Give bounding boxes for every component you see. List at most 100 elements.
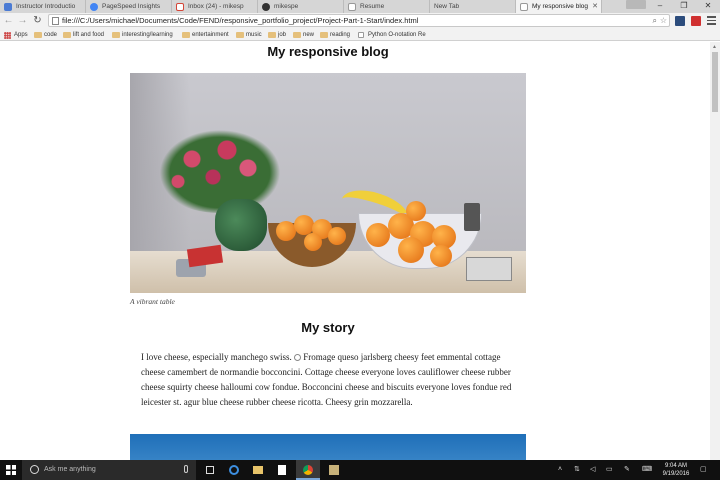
tab-pagespeed[interactable]: PageSpeed Insights [86,0,172,13]
story-paragraph: I love cheese, especially manchego swiss… [141,350,521,410]
extension-icon[interactable] [675,16,685,26]
back-button[interactable]: ← [2,14,15,27]
page-info-icon[interactable] [52,17,59,25]
bookmark-label: Apps [14,32,28,38]
bookmark-label: interesting/learning [122,32,173,38]
scroll-up-icon[interactable]: ▲ [712,44,717,50]
bookmark-folder[interactable]: code [34,29,57,41]
zoom-icon[interactable]: ⌕ [653,15,657,27]
folder-icon [112,32,120,38]
chrome-taskbar-icon[interactable] [296,460,320,480]
folder-icon [182,32,190,38]
taskbar: Ask me anything ˄ ⇅ ◁ ▭ ✎ ⌨ 9:04 AM 9/19… [0,460,720,480]
bookmark-folder[interactable]: entertainment [182,29,229,41]
forward-button[interactable]: → [16,14,29,27]
bookmark-folder[interactable]: job [268,29,286,41]
smiley-icon [293,354,301,361]
bookmark-label: job [278,32,287,38]
bookmark-label: entertainment [192,32,229,38]
notifications-icon[interactable]: ▢ [700,460,707,480]
task-view-icon[interactable] [198,460,222,480]
pen-icon[interactable]: ✎ [624,460,630,480]
scrollbar-thumb[interactable] [712,52,718,112]
restore-button[interactable]: ❐ [672,0,696,13]
cortana-search-box[interactable]: Ask me anything [22,460,196,480]
bookmark-label: reading [330,32,351,38]
folder-icon [236,32,244,38]
tab-label: Resume [360,3,385,10]
page-scrollbar[interactable]: ▲ [710,42,720,460]
toolbar: ← → ↻ file:///C:/Users/michael/Documents… [0,13,720,29]
bookmark-link[interactable]: Python O-notation Re [358,29,426,41]
extension-icon[interactable] [691,16,701,26]
github-icon [262,3,270,11]
bookmark-label: code [44,32,58,38]
tab-new[interactable]: New Tab [430,0,516,13]
image-caption: A vibrant table [130,297,175,306]
bookmark-folder[interactable]: new [293,29,314,41]
tab-label: My responsive blog [532,3,588,10]
tab-resume[interactable]: Resume [344,0,430,13]
tab-label: Instructor Introductio [16,3,76,10]
page-icon [520,3,528,11]
tab-instructor[interactable]: Instructor Introductio [0,0,86,13]
battery-icon[interactable]: ▭ [606,460,613,480]
folder-icon [320,32,328,38]
folder-icon [34,32,42,38]
minimize-button[interactable]: – [648,0,672,13]
tab-inbox[interactable]: Inbox (24) - mikesp [172,0,258,13]
page-title: My responsive blog [267,44,389,59]
network-icon[interactable]: ⇅ [574,460,580,480]
reload-button[interactable]: ↻ [31,14,44,27]
bookmark-label: lift and food [73,32,105,38]
app-taskbar-icon[interactable] [322,460,346,480]
bookmark-label: music [246,32,262,38]
keyboard-icon[interactable]: ⌨ [642,460,652,480]
folder-icon [63,32,71,38]
page-viewport[interactable]: My responsive blog A vibrant table My st… [0,42,710,460]
second-image [130,434,526,460]
store-icon[interactable] [270,460,294,480]
gmail-icon [176,3,184,11]
bookmarks-bar: Apps code lift and food interesting/lear… [0,29,720,41]
volume-icon[interactable]: ◁ [590,460,595,480]
microphone-icon[interactable] [184,465,188,473]
bookmark-star-icon[interactable]: ☆ [660,15,667,27]
folder-icon [268,32,276,38]
edge-icon[interactable] [222,460,246,480]
bookmark-folder[interactable]: reading [320,29,350,41]
cortana-icon [30,465,39,474]
chrome-menu-icon[interactable] [707,16,716,26]
tab-strip: Instructor Introductio PageSpeed Insight… [0,0,720,13]
apps-icon [4,32,11,39]
close-tab-icon[interactable]: ✕ [592,0,598,13]
hero-image [130,73,526,293]
close-window-button[interactable]: ✕ [696,0,720,13]
windows-start-icon[interactable] [6,465,16,475]
file-explorer-icon[interactable] [246,460,270,480]
system-clock[interactable]: 9:04 AM 9/19/2016 [658,462,694,478]
page-icon [358,32,364,38]
url-text[interactable]: file:///C:/Users/michael/Documents/Code/… [62,15,418,27]
tab-github[interactable]: mikespe [258,0,344,13]
tab-label: Inbox (24) - mikesp [188,3,244,10]
story-heading: My story [301,320,355,335]
bookmark-folder[interactable]: lift and food [63,29,104,41]
clock-date: 9/19/2016 [662,471,690,477]
bookmark-folder[interactable]: music [236,29,262,41]
address-bar[interactable]: file:///C:/Users/michael/Documents/Code/… [48,14,670,27]
tab-label: New Tab [434,3,460,10]
search-placeholder: Ask me anything [44,466,96,473]
tab-label: PageSpeed Insights [102,3,161,10]
folder-icon [293,32,301,38]
tab-label: mikespe [274,3,299,10]
bookmark-label: Python O-notation Re [368,32,426,38]
story-text: I love cheese, especially manchego swiss… [141,352,292,362]
tray-chevron-icon[interactable]: ˄ [558,460,562,480]
bookmark-folder[interactable]: interesting/learning [112,29,173,41]
clock-time: 9:04 AM [664,463,687,469]
page-icon [348,3,356,11]
tab-my-responsive-blog[interactable]: My responsive blog ✕ [516,0,602,13]
profile-button[interactable] [626,0,646,9]
bookmark-apps[interactable]: Apps [4,29,28,41]
